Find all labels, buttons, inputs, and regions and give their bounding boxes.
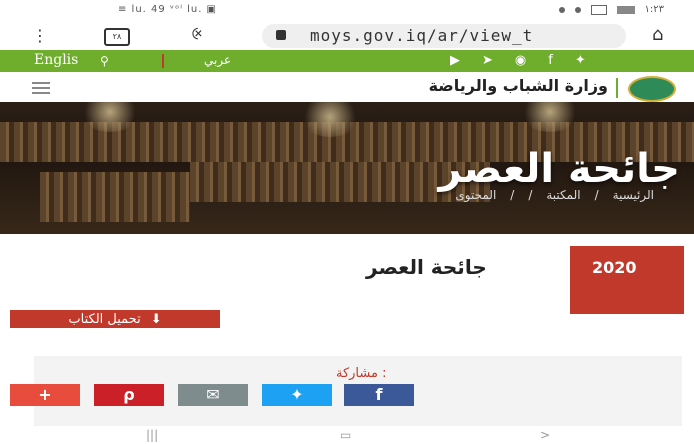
status-icons: ۱:۲۳ [558, 4, 664, 15]
facebook-icon: f [375, 385, 383, 404]
share-pinterest-button[interactable]: ρ [94, 384, 164, 406]
menu-dots-icon[interactable]: ⋮ [32, 26, 48, 45]
breadcrumb-sep: / [510, 188, 515, 202]
breadcrumb-sep: / [594, 188, 599, 202]
back-icon[interactable]: > [540, 428, 550, 442]
download-icon: ⬇ [150, 311, 162, 327]
search-icon[interactable]: ⚲ [100, 54, 109, 68]
status-bar: ≡ lu. 49 ᵛᵒˡ lu. ▣ ۱:۲۳ [0, 0, 694, 22]
divider [616, 78, 618, 98]
dot-icon [558, 6, 565, 13]
home-nav-icon[interactable]: ▭ [340, 428, 351, 442]
site-title[interactable]: وزارة الشباب والرياضة [429, 76, 608, 95]
english-link[interactable]: Englis [34, 52, 78, 68]
telegram-icon[interactable]: ➤ [482, 53, 493, 68]
breadcrumb-sep: / [528, 188, 533, 202]
share-label: مشاركة : [336, 366, 387, 381]
share-twitter-button[interactable]: ✦ [262, 384, 332, 406]
url-text: moys.gov.iq/ar/view_t [310, 26, 534, 45]
share-icon[interactable]: ⨴ [192, 24, 203, 44]
home-icon[interactable]: ⌂ [652, 24, 663, 45]
share-email-button[interactable]: ✉ [178, 384, 248, 406]
share-facebook-button[interactable]: f [344, 384, 414, 406]
breadcrumb-home[interactable]: الرئيسية [613, 188, 654, 202]
top-utility-bar: Englis ⚲ عربي ▶ ➤ ◉ f ✦ [0, 50, 694, 72]
tabs-button[interactable]: ۲۸ [104, 28, 130, 46]
breadcrumb-content: المحتوى [455, 188, 497, 202]
arabic-link[interactable]: عربي [204, 53, 231, 67]
breadcrumb: الرئيسية / المكتبة / / المحتوى [455, 188, 654, 202]
twitter-icon[interactable]: ✦ [575, 53, 586, 68]
browser-toolbar: ⋮ ۲۸ ⨴ moys.gov.iq/ar/view_t ⌂ [0, 22, 694, 50]
year-badge: 2020 [570, 246, 684, 314]
download-label: تحميل الكتاب [68, 311, 141, 327]
lock-icon [276, 30, 286, 40]
instagram-icon[interactable]: ◉ [515, 53, 526, 68]
hero-banner: جائحة العصر الرئيسية / المكتبة / / المحت… [0, 102, 694, 234]
page-title: جائحة العصر [366, 255, 487, 279]
youtube-icon[interactable]: ▶ [450, 53, 460, 68]
facebook-icon[interactable]: f [548, 53, 553, 68]
system-nav-bar: ||| ▭ > [0, 426, 694, 444]
recents-icon[interactable]: ||| [146, 428, 158, 442]
breadcrumb-library[interactable]: المكتبة [546, 188, 580, 202]
share-section: مشاركة : + ρ ✉ ✦ f [10, 356, 682, 426]
social-links: ▶ ➤ ◉ f ✦ [450, 53, 586, 68]
status-left: ≡ lu. 49 ᵛᵒˡ lu. ▣ [118, 4, 218, 15]
site-header: وزارة الشباب والرياضة [0, 72, 694, 103]
pinterest-icon: ρ [123, 385, 135, 404]
screen-icon [590, 4, 607, 15]
banner-title: جائحة العصر [438, 146, 680, 192]
ministry-logo[interactable] [628, 76, 676, 102]
divider [162, 54, 164, 68]
download-book-button[interactable]: تحميل الكتاب ⬇ [10, 310, 220, 328]
clock: ۱:۲۳ [644, 4, 664, 15]
share-more-button[interactable]: + [10, 384, 80, 406]
twitter-icon: ✦ [290, 385, 304, 404]
year-text: 2020 [592, 258, 637, 277]
battery-icon [616, 5, 635, 14]
wifi-icon [574, 6, 581, 13]
plus-icon: + [38, 385, 52, 404]
address-bar[interactable]: moys.gov.iq/ar/view_t [262, 24, 626, 48]
email-icon: ✉ [206, 385, 220, 404]
hamburger-icon[interactable] [32, 82, 50, 97]
